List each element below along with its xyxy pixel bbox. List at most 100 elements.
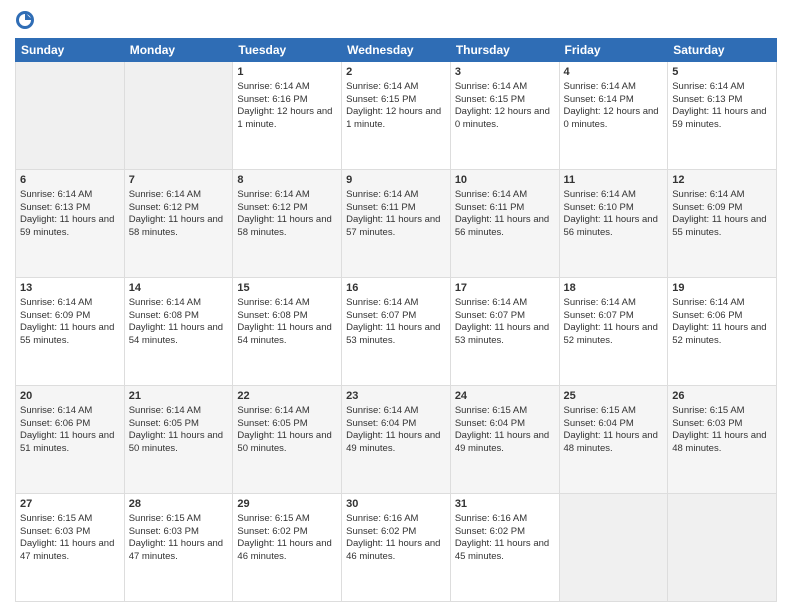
calendar-cell: [668, 494, 777, 602]
daylight: Daylight: 11 hours and 55 minutes.: [672, 214, 766, 238]
sunrise: Sunrise: 6:14 AM: [346, 189, 418, 200]
day-header-wednesday: Wednesday: [342, 39, 451, 62]
daylight: Daylight: 11 hours and 49 minutes.: [455, 430, 549, 454]
daylight: Daylight: 12 hours and 0 minutes.: [455, 106, 550, 130]
calendar-week-4: 20Sunrise: 6:14 AMSunset: 6:06 PMDayligh…: [16, 386, 777, 494]
sunset: Sunset: 6:08 PM: [237, 310, 307, 321]
daylight: Daylight: 11 hours and 50 minutes.: [237, 430, 331, 454]
day-number: 5: [672, 65, 772, 80]
sunset: Sunset: 6:05 PM: [237, 418, 307, 429]
daylight: Daylight: 11 hours and 53 minutes.: [455, 322, 549, 346]
calendar-cell: 5Sunrise: 6:14 AM Sunset: 6:13 PMDaylight…: [668, 62, 777, 170]
sunset: Sunset: 6:12 PM: [237, 202, 307, 213]
day-number: 27: [20, 497, 120, 512]
daylight: Daylight: 11 hours and 57 minutes.: [346, 214, 440, 238]
sunrise: Sunrise: 6:14 AM: [20, 297, 92, 308]
day-header-sunday: Sunday: [16, 39, 125, 62]
day-number: 3: [455, 65, 555, 80]
daylight: Daylight: 11 hours and 55 minutes.: [20, 322, 114, 346]
sunrise: Sunrise: 6:14 AM: [237, 405, 309, 416]
daylight: Daylight: 11 hours and 56 minutes.: [455, 214, 549, 238]
calendar-cell: 4Sunrise: 6:14 AM Sunset: 6:14 PMDaylight…: [559, 62, 668, 170]
sunrise: Sunrise: 6:14 AM: [346, 81, 418, 92]
daylight: Daylight: 11 hours and 52 minutes.: [564, 322, 658, 346]
sunset: Sunset: 6:13 PM: [672, 94, 742, 105]
sunset: Sunset: 6:04 PM: [346, 418, 416, 429]
calendar-cell: 9Sunrise: 6:14 AMSunset: 6:11 PMDaylight…: [342, 170, 451, 278]
day-number: 23: [346, 389, 446, 404]
sunrise: Sunrise: 6:14 AM: [455, 189, 527, 200]
calendar-cell: 25Sunrise: 6:15 AMSunset: 6:04 PMDayligh…: [559, 386, 668, 494]
sunset: Sunset: 6:05 PM: [129, 418, 199, 429]
daylight: Daylight: 11 hours and 51 minutes.: [20, 430, 114, 454]
calendar-week-3: 13Sunrise: 6:14 AMSunset: 6:09 PMDayligh…: [16, 278, 777, 386]
daylight: Daylight: 11 hours and 52 minutes.: [672, 322, 766, 346]
sunset: Sunset: 6:07 PM: [455, 310, 525, 321]
sunset: Sunset: 6:04 PM: [564, 418, 634, 429]
day-number: 30: [346, 497, 446, 512]
sunrise: Sunrise: 6:14 AM: [129, 189, 201, 200]
day-number: 4: [564, 65, 664, 80]
calendar-cell: 17Sunrise: 6:14 AMSunset: 6:07 PMDayligh…: [450, 278, 559, 386]
daylight: Daylight: 11 hours and 59 minutes.: [672, 106, 766, 130]
daylight: Daylight: 11 hours and 54 minutes.: [129, 322, 223, 346]
day-number: 10: [455, 173, 555, 188]
daylight: Daylight: 11 hours and 53 minutes.: [346, 322, 440, 346]
sunrise: Sunrise: 6:14 AM: [20, 189, 92, 200]
daylight: Daylight: 11 hours and 47 minutes.: [20, 538, 114, 562]
day-number: 16: [346, 281, 446, 296]
calendar-cell: 26Sunrise: 6:15 AMSunset: 6:03 PMDayligh…: [668, 386, 777, 494]
daylight: Daylight: 11 hours and 47 minutes.: [129, 538, 223, 562]
calendar-week-5: 27Sunrise: 6:15 AMSunset: 6:03 PMDayligh…: [16, 494, 777, 602]
sunset: Sunset: 6:15 PM: [346, 94, 416, 105]
sunrise: Sunrise: 6:14 AM: [564, 81, 636, 92]
sunset: Sunset: 6:15 PM: [455, 94, 525, 105]
sunrise: Sunrise: 6:15 AM: [564, 405, 636, 416]
daylight: Daylight: 11 hours and 46 minutes.: [346, 538, 440, 562]
calendar-cell: 30Sunrise: 6:16 AMSunset: 6:02 PMDayligh…: [342, 494, 451, 602]
sunset: Sunset: 6:06 PM: [20, 418, 90, 429]
calendar-cell: 29Sunrise: 6:15 AMSunset: 6:02 PMDayligh…: [233, 494, 342, 602]
sunrise: Sunrise: 6:16 AM: [455, 513, 527, 524]
sunset: Sunset: 6:11 PM: [455, 202, 525, 213]
sunset: Sunset: 6:03 PM: [672, 418, 742, 429]
sunset: Sunset: 6:13 PM: [20, 202, 90, 213]
day-number: 13: [20, 281, 120, 296]
sunset: Sunset: 6:10 PM: [564, 202, 634, 213]
day-number: 20: [20, 389, 120, 404]
day-number: 19: [672, 281, 772, 296]
day-number: 14: [129, 281, 229, 296]
calendar-cell: 14Sunrise: 6:14 AMSunset: 6:08 PMDayligh…: [124, 278, 233, 386]
sunset: Sunset: 6:11 PM: [346, 202, 416, 213]
calendar-cell: 8Sunrise: 6:14 AMSunset: 6:12 PMDaylight…: [233, 170, 342, 278]
calendar-cell: 13Sunrise: 6:14 AMSunset: 6:09 PMDayligh…: [16, 278, 125, 386]
daylight: Daylight: 11 hours and 58 minutes.: [237, 214, 331, 238]
day-number: 26: [672, 389, 772, 404]
day-number: 21: [129, 389, 229, 404]
sunrise: Sunrise: 6:14 AM: [672, 81, 744, 92]
sunrise: Sunrise: 6:15 AM: [237, 513, 309, 524]
sunrise: Sunrise: 6:14 AM: [672, 189, 744, 200]
day-number: 1: [237, 65, 337, 80]
calendar-cell: 2Sunrise: 6:14 AMSunset: 6:15 PMDaylight…: [342, 62, 451, 170]
day-number: 24: [455, 389, 555, 404]
daylight: Daylight: 11 hours and 48 minutes.: [672, 430, 766, 454]
daylight: Daylight: 12 hours and 1 minute.: [346, 106, 441, 130]
calendar-cell: 10Sunrise: 6:14 AM Sunset: 6:11 PMDayligh…: [450, 170, 559, 278]
day-header-friday: Friday: [559, 39, 668, 62]
calendar-cell: 27Sunrise: 6:15 AMSunset: 6:03 PMDayligh…: [16, 494, 125, 602]
sunset: Sunset: 6:14 PM: [564, 94, 634, 105]
calendar-cell: 28Sunrise: 6:15 AMSunset: 6:03 PMDayligh…: [124, 494, 233, 602]
daylight: Daylight: 12 hours and 0 minutes.: [564, 106, 659, 130]
daylight: Daylight: 11 hours and 54 minutes.: [237, 322, 331, 346]
sunrise: Sunrise: 6:14 AM: [129, 405, 201, 416]
sunset: Sunset: 6:16 PM: [237, 94, 307, 105]
daylight: Daylight: 11 hours and 59 minutes.: [20, 214, 114, 238]
sunrise: Sunrise: 6:16 AM: [346, 513, 418, 524]
calendar-header-row: SundayMondayTuesdayWednesdayThursdayFrid…: [16, 39, 777, 62]
day-number: 18: [564, 281, 664, 296]
daylight: Daylight: 11 hours and 50 minutes.: [129, 430, 223, 454]
calendar-cell: 18Sunrise: 6:14 AMSunset: 6:07 PMDayligh…: [559, 278, 668, 386]
sunset: Sunset: 6:07 PM: [564, 310, 634, 321]
calendar-cell: 6Sunrise: 6:14 AMSunset: 6:13 PMDaylight…: [16, 170, 125, 278]
